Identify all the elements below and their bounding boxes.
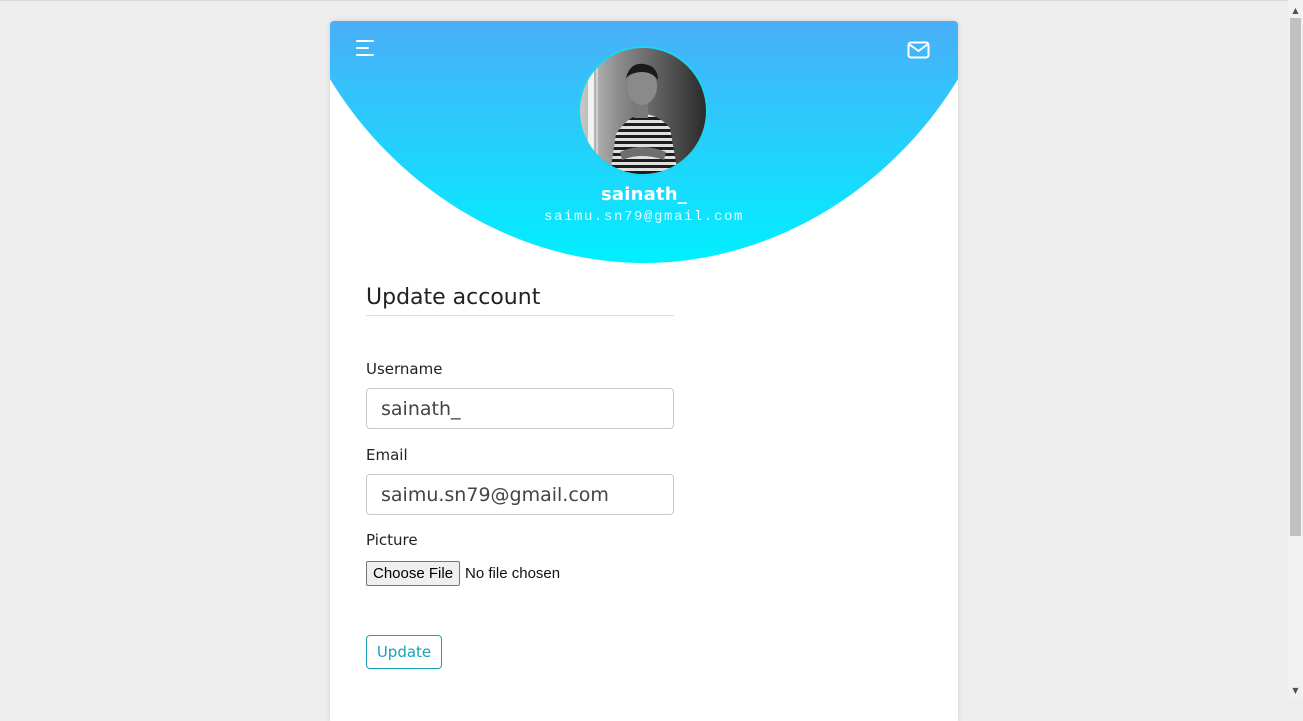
scroll-up-arrow-icon[interactable]: ▲ [1288,3,1303,17]
username-label: Username [366,360,443,378]
file-picker: Choose File No file chosen [366,560,560,586]
update-button[interactable]: Update [366,635,442,669]
update-account-form: Update account Username Email Picture Ch… [366,285,674,669]
email-label: Email [366,446,408,464]
scroll-down-arrow-icon[interactable]: ▼ [1288,683,1303,697]
envelope-icon[interactable] [907,41,930,59]
picture-label: Picture [366,531,418,549]
username-input[interactable] [366,388,674,429]
avatar [578,46,708,176]
file-status: No file chosen [465,564,561,582]
vertical-scrollbar[interactable]: ▲ ▼ [1288,0,1303,698]
profile-card: sainath_ saimu.sn79@gmail.com Update acc… [330,21,958,721]
choose-file-button[interactable]: Choose File [366,560,461,586]
email-input[interactable] [366,474,674,515]
profile-name: sainath_ [600,184,687,205]
top-border [0,0,1288,1]
hamburger-menu-icon[interactable] [356,40,378,58]
scrollbar-thumb[interactable] [1290,18,1301,536]
form-title: Update account [366,285,674,316]
profile-email: saimu.sn79@gmail.com [543,209,745,225]
